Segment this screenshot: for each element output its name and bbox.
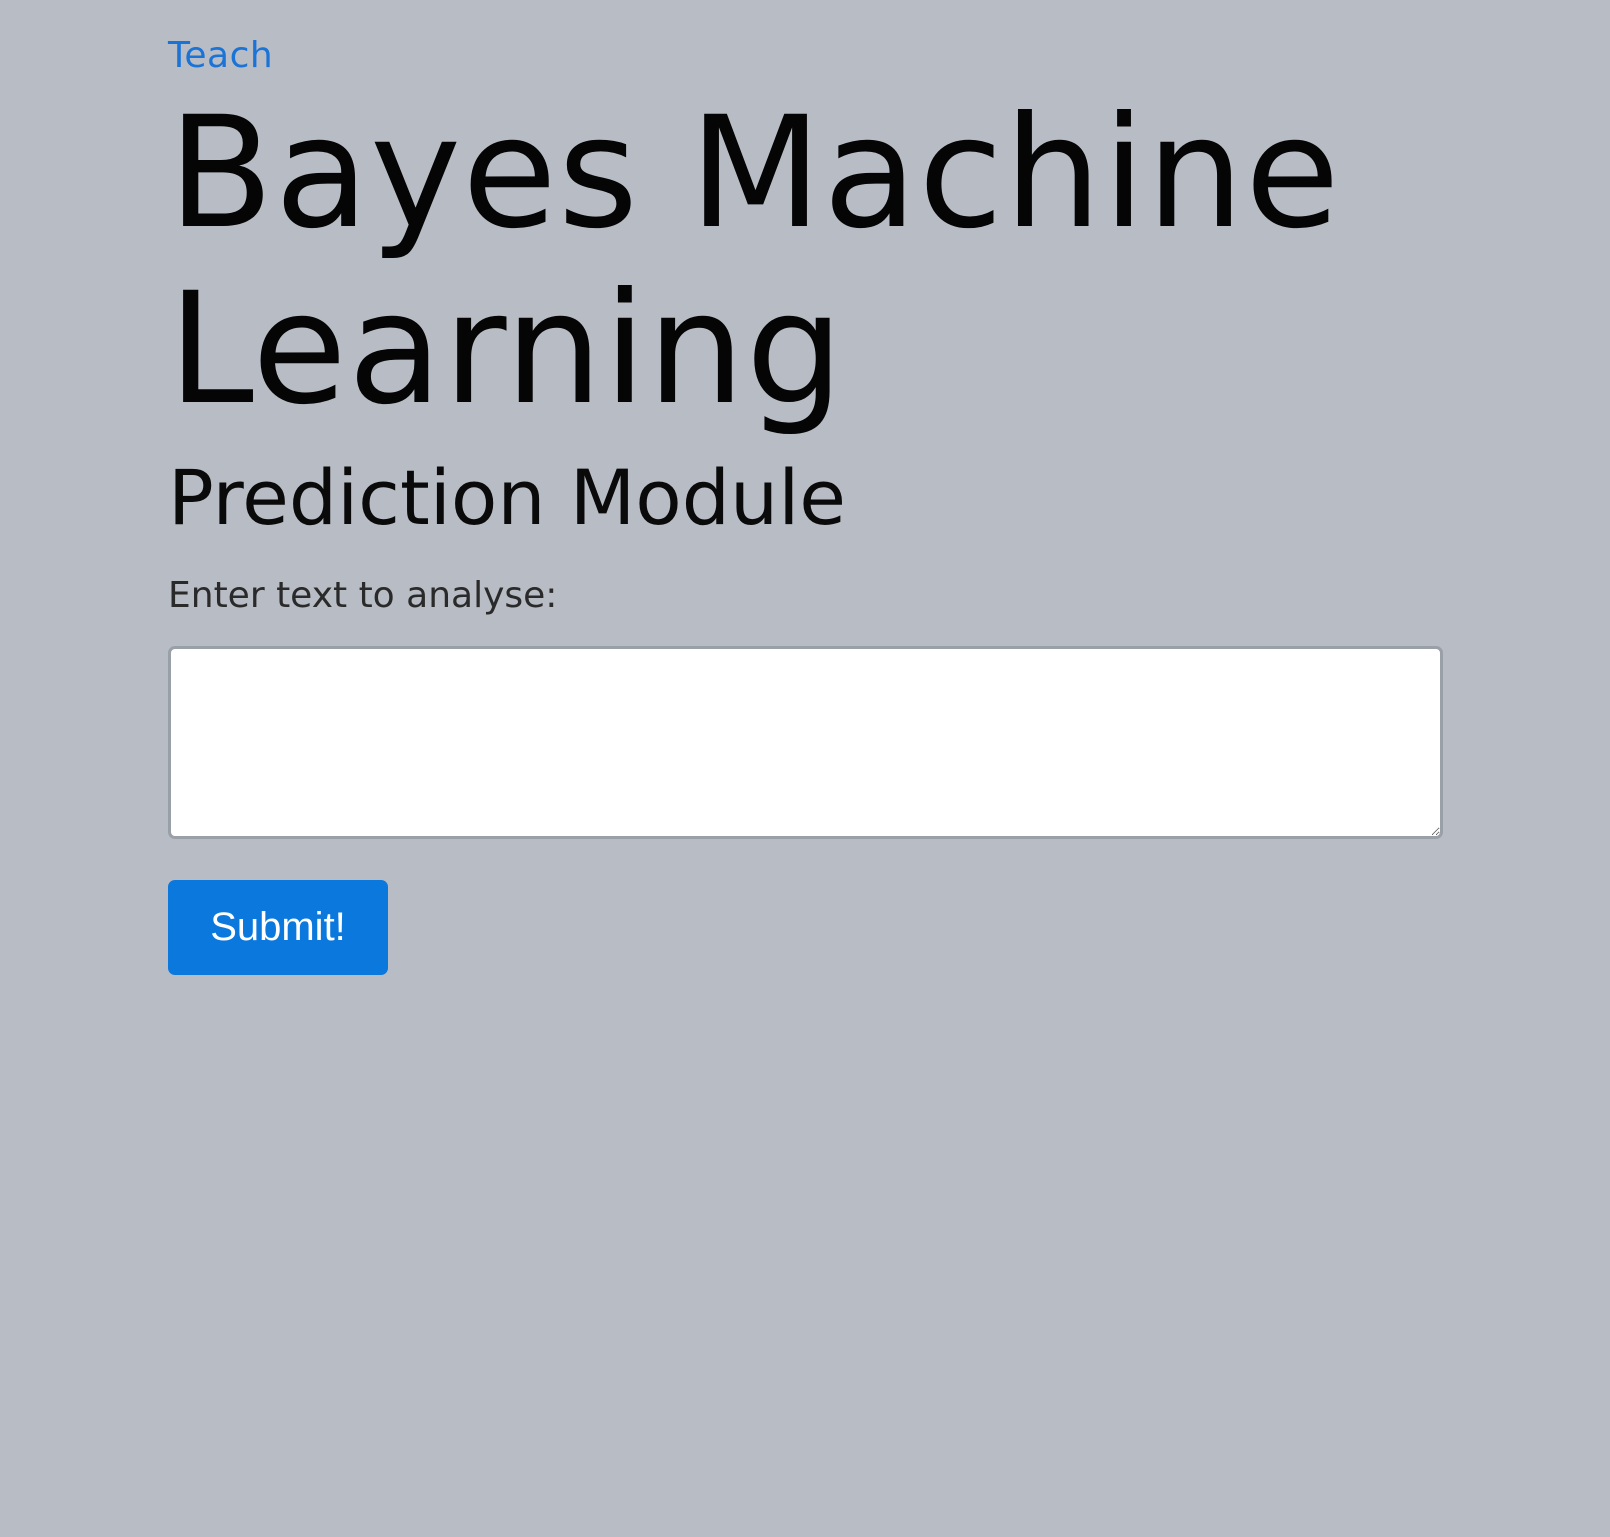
submit-button[interactable]: Submit! [168, 880, 388, 975]
teach-link[interactable]: Teach [168, 32, 273, 80]
page-title: Bayes Machine Learning [168, 84, 1341, 439]
text-input-label: Enter text to analyse: [168, 575, 558, 616]
page-subtitle: Prediction Module [168, 453, 847, 542]
analyse-text-input[interactable] [168, 646, 1443, 839]
